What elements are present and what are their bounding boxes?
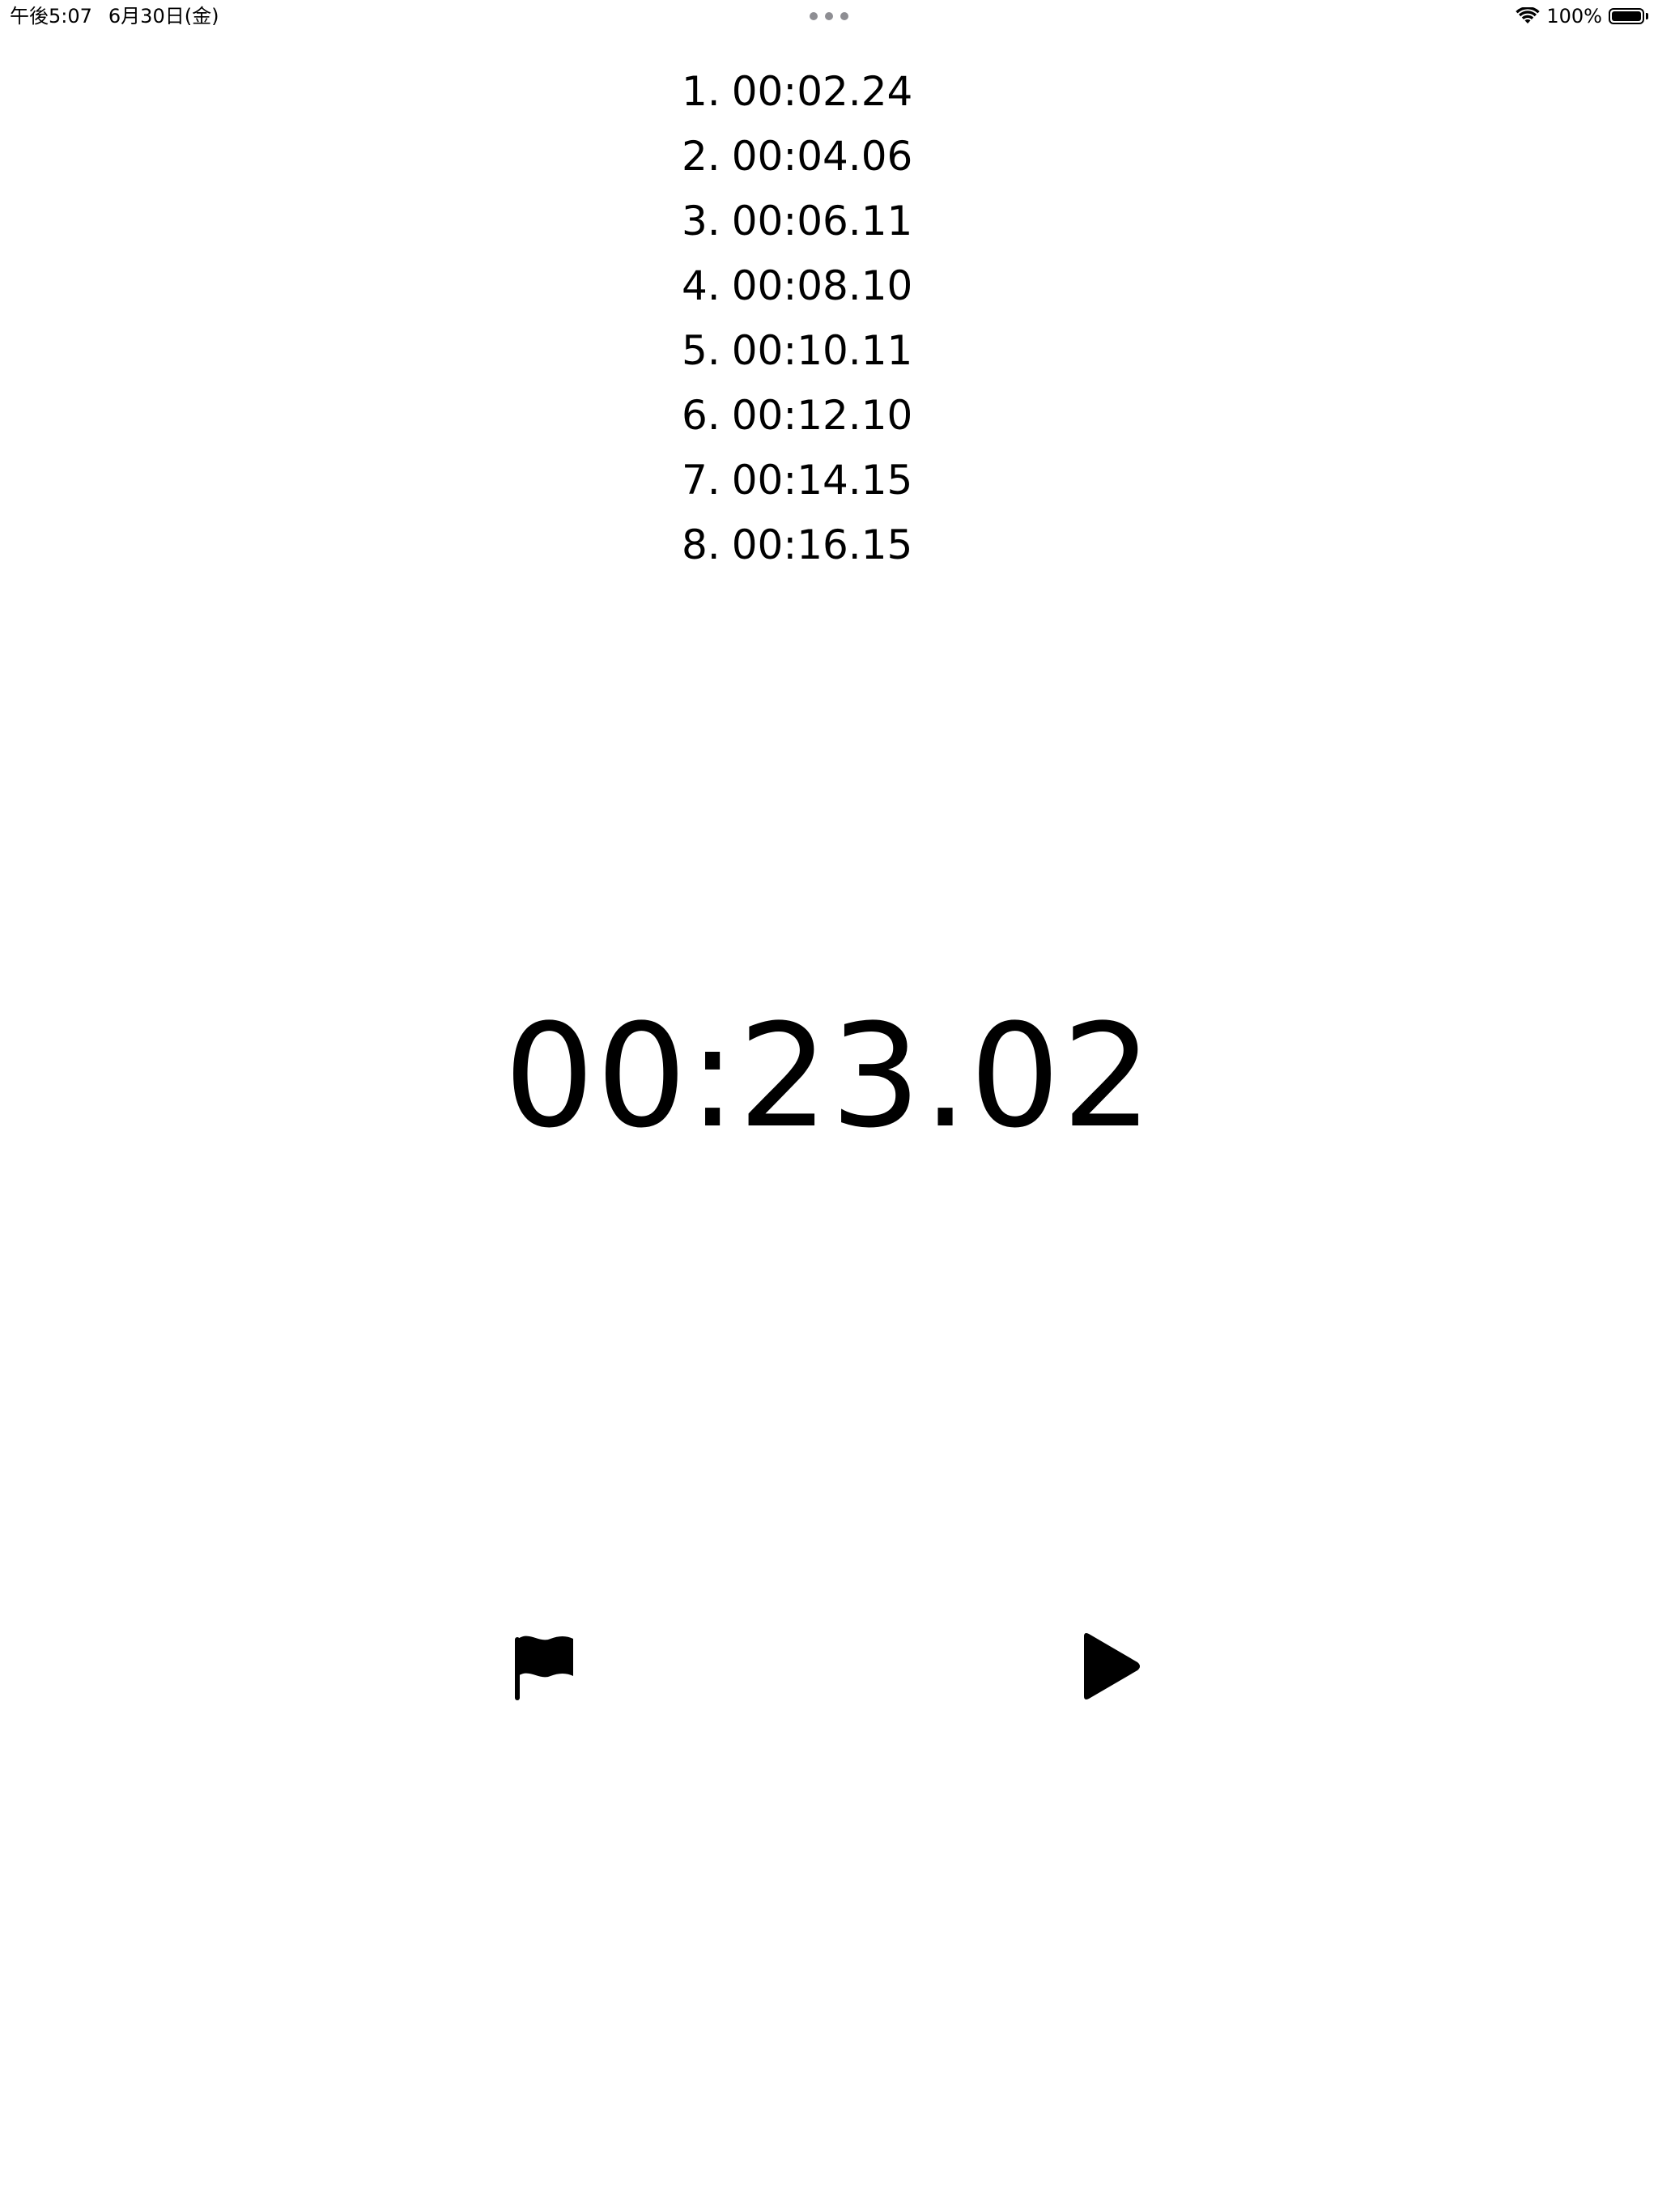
- wifi-icon: [1516, 7, 1541, 25]
- lap-time: 00:14.15: [731, 457, 913, 504]
- lap-number: 6.: [682, 392, 721, 439]
- play-icon: [1079, 1631, 1142, 1701]
- lap-item: 3. 00:06.11: [682, 193, 912, 257]
- lap-item: 8. 00:16.15: [682, 517, 912, 581]
- lap-list: 1. 00:02.24 2. 00:04.06 3. 00:06.11 4. 00:08.10…: [682, 63, 912, 581]
- status-right: 100%: [1516, 3, 1648, 29]
- lap-time: 00:12.10: [731, 392, 913, 439]
- flag-icon: [512, 1632, 576, 1700]
- status-date: 6月30日(金): [108, 5, 219, 28]
- status-bar: 午後5:07 6月30日(金) 100%: [0, 0, 1658, 32]
- status-time: 午後5:07: [10, 5, 92, 28]
- lap-number: 7.: [682, 457, 721, 504]
- lap-number: 3.: [682, 198, 721, 245]
- battery-tip: [1646, 13, 1648, 19]
- lap-number: 2.: [682, 133, 721, 180]
- timer-display: 00:23.02: [504, 993, 1154, 1159]
- lap-number: 8.: [682, 521, 721, 568]
- lap-number: 5.: [682, 327, 721, 374]
- lap-time: 00:02.24: [731, 68, 913, 115]
- dot: [825, 12, 833, 20]
- lap-time: 00:10.11: [731, 327, 913, 374]
- lap-number: 4.: [682, 262, 721, 309]
- lap-item: 2. 00:04.06: [682, 128, 912, 193]
- play-button[interactable]: [1062, 1618, 1159, 1715]
- lap-item: 5. 00:10.11: [682, 322, 912, 387]
- lap-item: 7. 00:14.15: [682, 452, 912, 517]
- lap-time: 00:04.06: [731, 133, 913, 180]
- lap-item: 4. 00:08.10: [682, 257, 912, 322]
- lap-time: 00:16.15: [731, 521, 913, 568]
- lap-button[interactable]: [495, 1618, 593, 1715]
- status-left: 午後5:07 6月30日(金): [10, 3, 219, 29]
- lap-item: 6. 00:12.10: [682, 387, 912, 452]
- lap-item: 1. 00:02.24: [682, 63, 912, 128]
- battery-body: [1609, 8, 1644, 24]
- battery-percentage: 100%: [1546, 5, 1602, 28]
- lap-time: 00:06.11: [731, 198, 913, 245]
- multitasking-menu-icon[interactable]: [810, 11, 848, 21]
- lap-number: 1.: [682, 68, 721, 115]
- battery-fill: [1612, 11, 1641, 21]
- dot: [810, 12, 818, 20]
- lap-time: 00:08.10: [731, 262, 913, 309]
- dot: [840, 12, 848, 20]
- battery-icon: [1609, 8, 1648, 24]
